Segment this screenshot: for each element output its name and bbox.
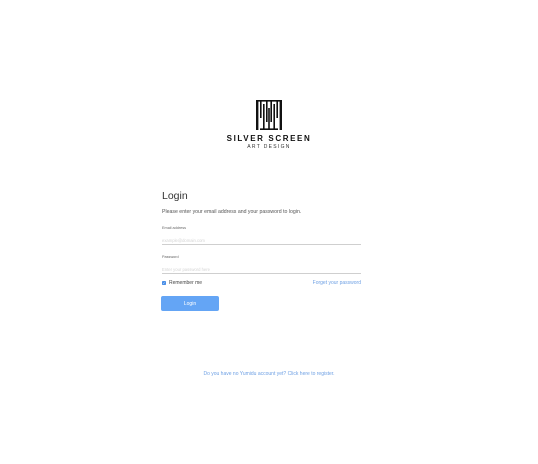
brand-subtitle: ART DESIGN (247, 144, 291, 150)
login-title: Login (162, 190, 188, 202)
remember-me[interactable]: ✓ Remember me (162, 280, 202, 286)
login-form: Login Please enter your email address an… (161, 190, 361, 311)
login-description: Please enter your email address and your… (162, 209, 302, 215)
login-options: ✓ Remember me Forget your password (162, 280, 361, 286)
password-field[interactable] (162, 265, 361, 274)
password-field-group: Password (162, 255, 361, 274)
silver-screen-logo-icon (256, 100, 282, 130)
email-field[interactable] (162, 236, 361, 245)
brand-logo: SILVER SCREEN ART DESIGN (0, 100, 538, 150)
remember-me-checkbox[interactable]: ✓ (162, 281, 166, 285)
register-link[interactable]: Do you have no Yumidu account yet? Click… (0, 371, 538, 377)
login-button[interactable]: Login (161, 296, 219, 311)
password-label: Password (162, 255, 179, 259)
login-page: SILVER SCREEN ART DESIGN Login Please en… (0, 0, 538, 464)
brand-name: SILVER SCREEN (226, 134, 312, 143)
forgot-password-link[interactable]: Forget your password (313, 280, 361, 286)
email-field-group: Email address (162, 226, 361, 245)
email-label: Email address (162, 226, 187, 230)
remember-me-label: Remember me (169, 280, 203, 286)
